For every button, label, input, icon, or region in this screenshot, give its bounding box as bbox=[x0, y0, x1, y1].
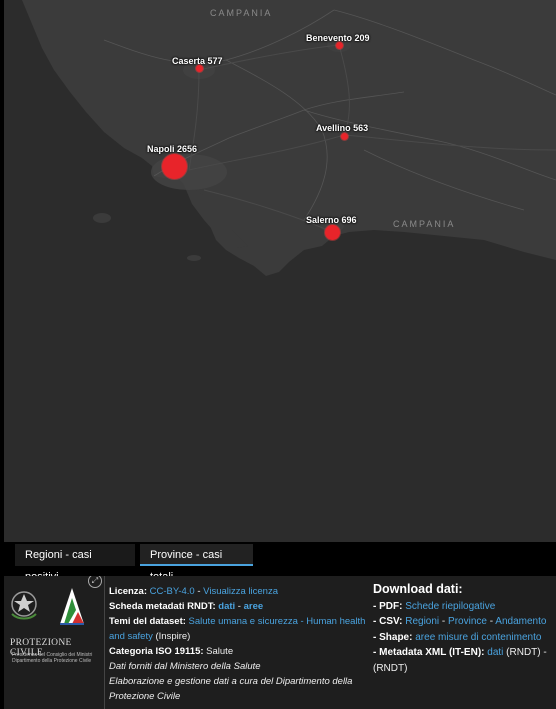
scheda-row: Scheda metadati RNDT: dati - aree bbox=[109, 601, 264, 612]
map-view[interactable]: CAMPANIA CAMPANIA Benevento 209 Caserta … bbox=[4, 0, 556, 542]
view-license-link[interactable]: Visualizza licenza bbox=[203, 586, 278, 597]
city-label-salerno: Salerno 696 bbox=[306, 215, 357, 225]
scheda-dati-link[interactable]: dati bbox=[218, 601, 235, 612]
shape-aree-link[interactable]: aree misure di contenimento bbox=[415, 632, 541, 643]
download-csv-row: - CSV: Regioni - Province - Andamento bbox=[373, 616, 547, 627]
download-panel: Download dati: - PDF: Schede riepilogati… bbox=[373, 582, 556, 676]
download-shape-row: - Shape: aree misure di contenimento bbox=[373, 631, 542, 643]
city-marker-avellino[interactable] bbox=[341, 133, 348, 140]
city-label-napoli: Napoli 2656 bbox=[147, 144, 198, 154]
download-title: Download dati: bbox=[373, 582, 463, 596]
island-ischia bbox=[93, 213, 111, 223]
tab-province-casi-totali[interactable]: Province - casi totali bbox=[140, 544, 253, 583]
download-pdf-row: - PDF: Schede riepilogative bbox=[373, 600, 496, 612]
csv-regioni-link[interactable]: Regioni bbox=[405, 616, 439, 627]
map-basemap bbox=[4, 0, 556, 542]
note-ministero: Dati forniti dal Ministero della Salute bbox=[109, 661, 261, 672]
csv-andamento-link[interactable]: Andamento bbox=[495, 616, 546, 627]
protezione-civile-logo-panel: ⤢ PROTEZIONE CIVILE Presidenza del Consi… bbox=[4, 576, 105, 709]
csv-province-link[interactable]: Province bbox=[448, 616, 487, 627]
temi-row: Temi del dataset: Salute umana e sicurez… bbox=[109, 616, 366, 642]
logo-subtitle: Presidenza del Consiglio dei Ministri Di… bbox=[12, 652, 93, 664]
note-elaborazione: Elaborazione e gestione dati a cura del … bbox=[109, 676, 353, 702]
scheda-aree-link[interactable]: aree bbox=[244, 601, 264, 612]
download-xml-row: - Metadata XML (IT-EN): dati (RNDT) - bbox=[373, 647, 547, 658]
italian-republic-emblem-icon bbox=[11, 591, 37, 620]
city-label-avellino: Avellino 563 bbox=[316, 123, 369, 133]
city-marker-caserta[interactable] bbox=[196, 65, 203, 72]
city-marker-salerno[interactable] bbox=[325, 225, 340, 240]
license-link[interactable]: CC-BY-4.0 bbox=[150, 586, 195, 597]
protezione-civile-triangle-icon bbox=[60, 588, 84, 625]
licenza-row: Licenza: CC-BY-4.0 - Visualizza licenza bbox=[109, 586, 278, 597]
info-footer: ⤢ PROTEZIONE CIVILE Presidenza del Consi… bbox=[4, 576, 556, 709]
tab-regioni-casi-positivi[interactable]: Regioni - casi positivi bbox=[15, 544, 135, 583]
metadata-panel: Licenza: CC-BY-4.0 - Visualizza licenza … bbox=[109, 584, 371, 704]
xml-dati-link[interactable]: dati bbox=[487, 647, 503, 658]
region-label-campania-north: CAMPANIA bbox=[210, 8, 273, 18]
city-marker-napoli[interactable] bbox=[162, 154, 187, 179]
island-capri bbox=[187, 255, 201, 261]
tab-bar: Regioni - casi positivi Province - casi … bbox=[0, 542, 556, 583]
region-label-campania-east: CAMPANIA bbox=[393, 219, 456, 229]
download-xml-row-cont: (RNDT) bbox=[373, 662, 408, 674]
categoria-row: Categoria ISO 19115: Salute bbox=[109, 646, 234, 657]
city-marker-benevento[interactable] bbox=[336, 42, 343, 49]
pdf-schede-link[interactable]: Schede riepilogative bbox=[405, 601, 495, 612]
